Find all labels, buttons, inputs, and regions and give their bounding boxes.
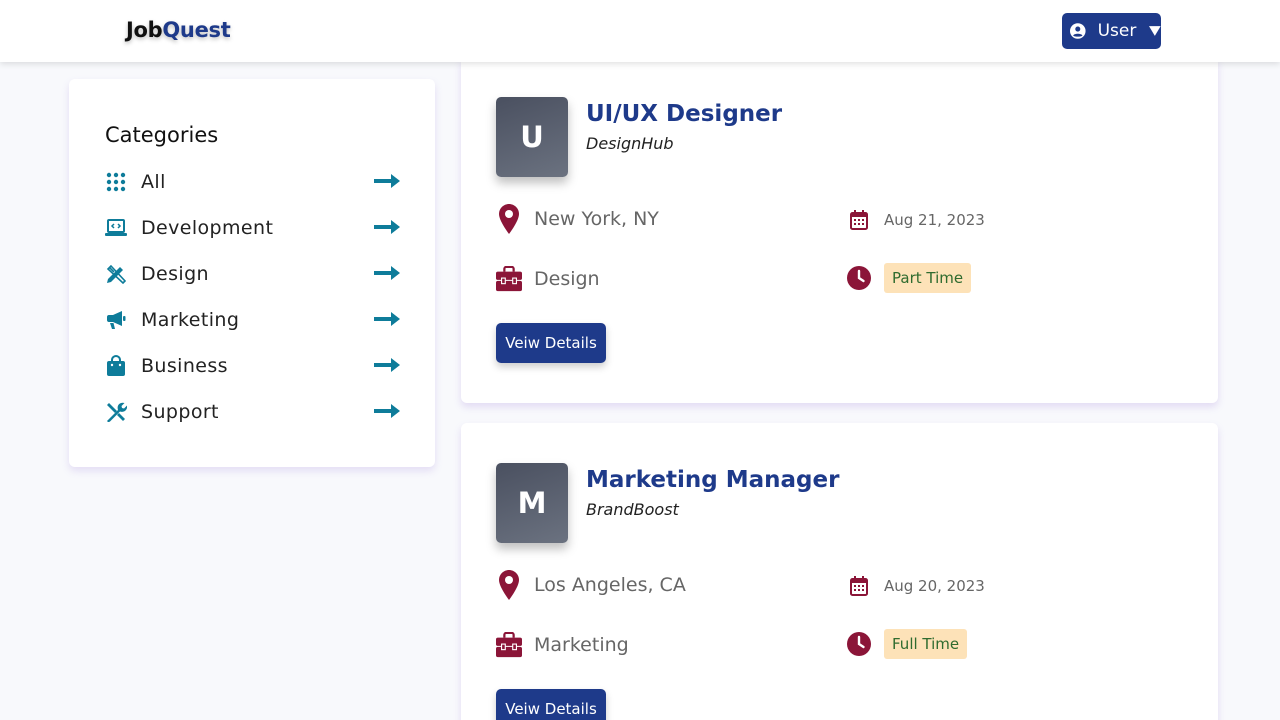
calendar-icon [846, 206, 872, 234]
category-label: Support [141, 401, 219, 423]
view-details-button[interactable]: Veiw Details [496, 323, 606, 363]
map-marker-icon [496, 204, 522, 234]
view-details-button[interactable]: Veiw Details [496, 689, 606, 720]
logo-text-job: Job [126, 18, 163, 42]
job-date: Aug 20, 2023 [846, 572, 985, 600]
category-item-design[interactable]: Design [105, 259, 400, 289]
job-location: Los Angeles, CA [496, 570, 686, 600]
job-title[interactable]: UI/UX Designer [586, 101, 782, 127]
user-menu-button[interactable]: User [1062, 13, 1161, 49]
clock-icon [846, 264, 872, 292]
job-card: U UI/UX Designer DesignHub New York, NY … [461, 57, 1218, 403]
job-date: Aug 21, 2023 [846, 206, 985, 234]
navbar: JobQuest User [0, 0, 1280, 62]
categories-title: Categories [105, 123, 219, 147]
date-text: Aug 20, 2023 [884, 577, 985, 595]
category-label: All [141, 171, 166, 193]
logo[interactable]: JobQuest [126, 18, 231, 42]
toolbox-icon [496, 631, 522, 659]
category-label: Development [141, 217, 274, 239]
grid-icon [105, 171, 127, 193]
toolbox-icon [496, 265, 522, 293]
category-text: Marketing [534, 634, 629, 656]
location-text: Los Angeles, CA [534, 574, 686, 596]
category-item-business[interactable]: Business [105, 351, 400, 381]
arrow-right-icon [374, 174, 400, 188]
clock-icon [846, 630, 872, 658]
company-name: DesignHub [586, 134, 674, 153]
user-circle-icon [1070, 23, 1086, 39]
map-marker-icon [496, 570, 522, 600]
job-category: Design [496, 265, 600, 293]
shopping-bag-icon [105, 355, 127, 377]
pencil-ruler-icon [105, 263, 127, 285]
arrow-right-icon [374, 266, 400, 280]
arrow-right-icon [374, 404, 400, 418]
job-location: New York, NY [496, 204, 659, 234]
category-text: Design [534, 268, 600, 290]
user-menu-label: User [1097, 21, 1137, 41]
category-label: Marketing [141, 309, 240, 331]
laptop-code-icon [105, 217, 127, 239]
category-label: Business [141, 355, 228, 377]
category-item-development[interactable]: Development [105, 213, 400, 243]
location-text: New York, NY [534, 208, 659, 230]
megaphone-icon [105, 309, 127, 331]
category-label: Design [141, 263, 210, 285]
arrow-right-icon [374, 220, 400, 234]
category-item-all[interactable]: All [105, 167, 400, 197]
categories-panel: Categories All Development Design Market… [69, 79, 435, 467]
logo-text-quest: Quest [162, 18, 231, 42]
arrow-right-icon [374, 358, 400, 372]
job-type-badge: Full Time [884, 629, 968, 659]
job-title[interactable]: Marketing Manager [586, 467, 839, 493]
tools-icon [105, 401, 127, 423]
category-item-marketing[interactable]: Marketing [105, 305, 400, 335]
caret-down-icon [1149, 26, 1161, 36]
job-type: Full Time [846, 629, 968, 659]
date-text: Aug 21, 2023 [884, 211, 985, 229]
company-name: BrandBoost [586, 500, 679, 519]
job-category: Marketing [496, 631, 629, 659]
job-type: Part Time [846, 263, 972, 293]
category-item-support[interactable]: Support [105, 397, 400, 427]
company-avatar: M [496, 463, 568, 543]
company-avatar: U [496, 97, 568, 177]
calendar-icon [846, 572, 872, 600]
arrow-right-icon [374, 312, 400, 326]
job-type-badge: Part Time [884, 263, 972, 293]
job-card: M Marketing Manager BrandBoost Los Angel… [461, 423, 1218, 720]
